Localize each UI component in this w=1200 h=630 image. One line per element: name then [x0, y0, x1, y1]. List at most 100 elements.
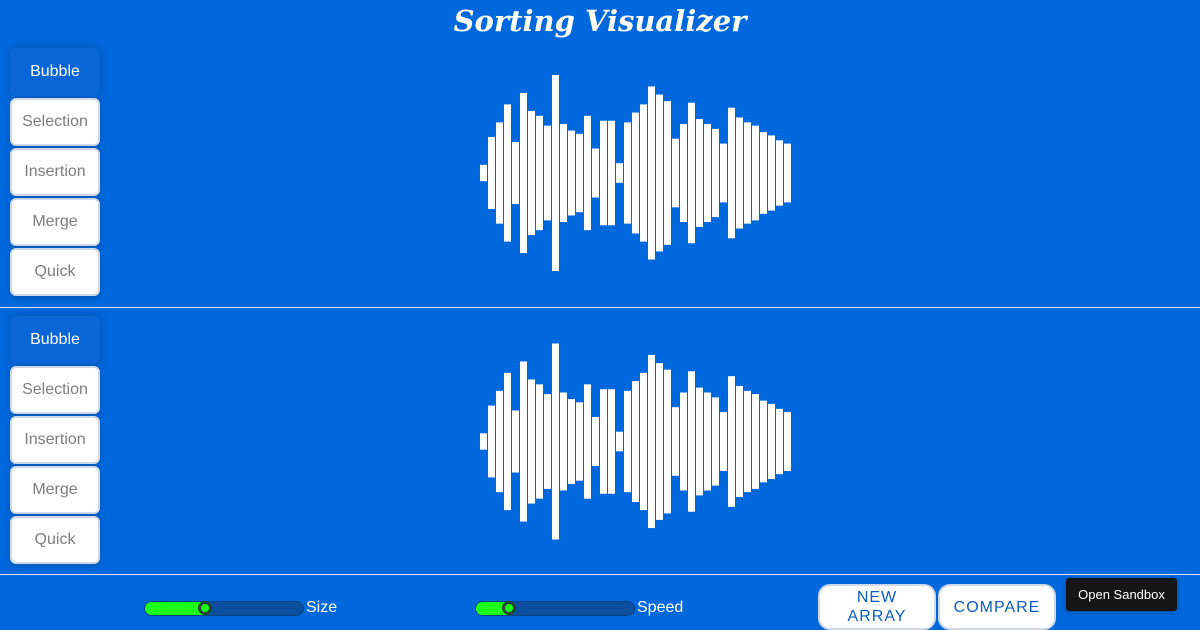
array-bar: [496, 390, 503, 493]
algorithm-menu-top: Bubble Selection Insertion Merge Quick: [10, 48, 100, 298]
array-bar: [656, 94, 663, 252]
bar-visualization-bottom: [480, 343, 791, 540]
array-bar: [768, 403, 775, 480]
size-slider-group: Size: [144, 599, 338, 616]
array-bar: [528, 379, 535, 504]
speed-label: Speed: [637, 599, 684, 616]
array-bar: [720, 412, 727, 471]
array-bar: [632, 112, 639, 234]
array-bar: [696, 387, 703, 496]
size-slider-fill: [145, 601, 206, 615]
array-bar: [784, 412, 791, 471]
array-bar: [504, 104, 511, 242]
open-sandbox-button[interactable]: Open Sandbox: [1066, 578, 1177, 611]
array-bar: [760, 132, 767, 214]
array-bar: [616, 431, 623, 452]
array-bar: [552, 75, 559, 271]
array-bar: [576, 133, 583, 213]
array-bar: [720, 143, 727, 203]
array-bar: [512, 141, 519, 205]
algo-button-insertion[interactable]: Insertion: [10, 148, 100, 196]
array-bar: [744, 390, 751, 493]
array-bar: [576, 402, 583, 481]
speed-slider-group: Speed: [475, 599, 684, 616]
array-bar: [488, 137, 495, 209]
algo-button-selection[interactable]: Selection: [10, 98, 100, 146]
array-bar: [560, 392, 567, 491]
speed-slider-thumb[interactable]: [502, 601, 517, 615]
array-bar: [480, 164, 487, 182]
array-bar: [520, 92, 527, 254]
array-bar: [760, 400, 767, 483]
algo-button-bubble[interactable]: Bubble: [10, 48, 100, 96]
array-bar: [712, 397, 719, 486]
size-slider[interactable]: [144, 600, 304, 616]
array-bar: [528, 110, 535, 236]
array-bar: [680, 392, 687, 491]
array-bar: [560, 124, 567, 222]
algo-button-merge[interactable]: Merge: [10, 466, 100, 514]
array-bar: [552, 343, 559, 540]
array-bar: [568, 399, 575, 484]
array-bar: [672, 407, 679, 476]
array-bar: [640, 104, 647, 242]
array-bar: [776, 140, 783, 206]
new-array-button[interactable]: NEW ARRAY: [818, 584, 936, 630]
array-bar: [632, 381, 639, 502]
algo-button-bubble[interactable]: Bubble: [10, 316, 100, 364]
array-bar: [544, 394, 551, 489]
array-bar: [584, 115, 591, 231]
array-bar: [624, 390, 631, 493]
array-bar: [752, 125, 759, 221]
array-bar: [592, 148, 599, 198]
array-bar: [704, 392, 711, 491]
array-bar: [648, 354, 655, 529]
array-bar: [736, 385, 743, 498]
array-bar: [488, 405, 495, 478]
array-bar: [504, 372, 511, 511]
array-bar: [656, 363, 663, 520]
size-label: Size: [306, 599, 338, 616]
array-bar: [664, 101, 671, 245]
array-bar: [600, 389, 607, 494]
array-bar: [608, 389, 615, 494]
array-bar: [600, 120, 607, 226]
algo-button-merge[interactable]: Merge: [10, 198, 100, 246]
array-bar: [728, 376, 735, 507]
array-bar: [712, 128, 719, 218]
array-bar: [512, 410, 519, 473]
compare-button[interactable]: COMPARE: [938, 584, 1056, 630]
array-bar: [616, 163, 623, 183]
array-bar: [592, 417, 599, 466]
array-bar: [704, 124, 711, 222]
algo-button-selection[interactable]: Selection: [10, 366, 100, 414]
algo-button-insertion[interactable]: Insertion: [10, 416, 100, 464]
size-slider-thumb[interactable]: [198, 601, 213, 615]
bar-visualization-top: [480, 75, 791, 271]
array-bar: [640, 372, 647, 511]
array-bar: [736, 117, 743, 229]
array-bar: [584, 384, 591, 499]
array-bar: [744, 122, 751, 224]
page-title: Sorting Visualizer: [453, 4, 747, 38]
array-bar: [696, 119, 703, 227]
algo-button-quick[interactable]: Quick: [10, 516, 100, 564]
array-bar: [688, 371, 695, 512]
array-bar: [624, 122, 631, 224]
algo-button-quick[interactable]: Quick: [10, 248, 100, 296]
array-bar: [608, 120, 615, 226]
array-bar: [768, 135, 775, 211]
array-bar: [536, 115, 543, 231]
visualizer-panel-bottom: Bubble Selection Insertion Merge Quick: [0, 314, 1200, 574]
array-bar: [688, 102, 695, 244]
array-bar: [752, 394, 759, 489]
array-bar: [680, 124, 687, 222]
algorithm-menu-bottom: Bubble Selection Insertion Merge Quick: [10, 316, 100, 566]
array-bar: [536, 384, 543, 499]
array-bar: [568, 130, 575, 216]
array-bar: [672, 138, 679, 208]
array-bar: [648, 86, 655, 260]
array-bar: [496, 122, 503, 224]
speed-slider[interactable]: [475, 600, 635, 616]
panel-divider: [0, 307, 1200, 308]
